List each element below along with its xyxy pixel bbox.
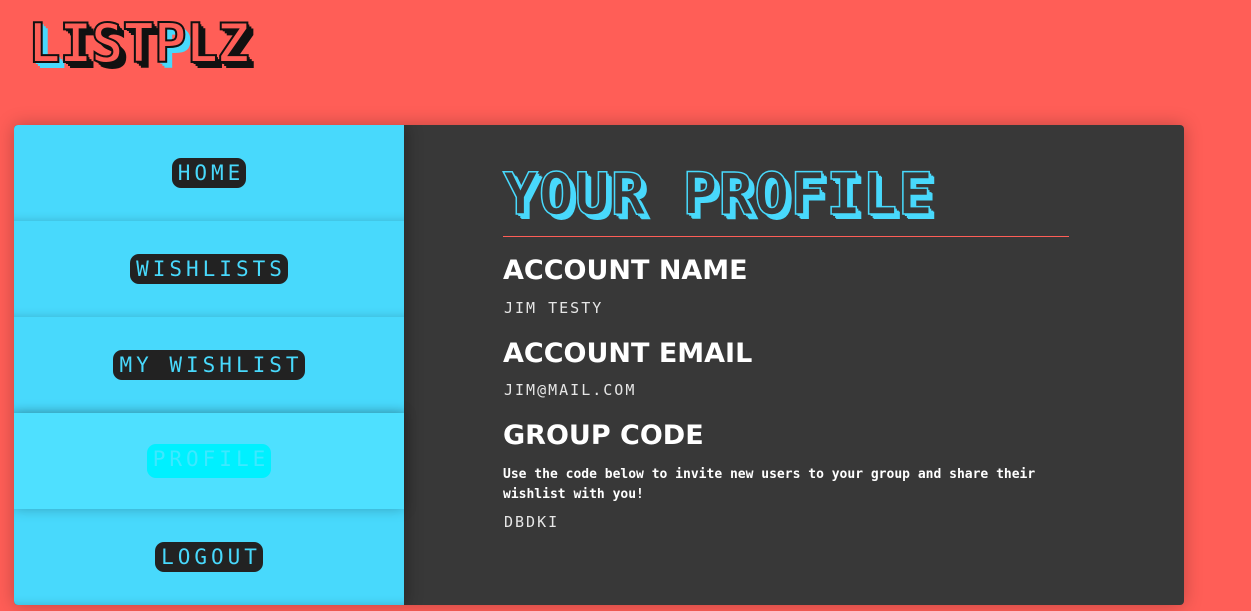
logo-letter: S (90, 12, 124, 75)
logo-letter: Z (216, 12, 250, 75)
title-divider (503, 236, 1069, 237)
nav-item-wishlists[interactable]: Wishlists (14, 221, 404, 317)
logo-letter: T (122, 12, 156, 75)
page-title: Your Profile (502, 160, 935, 228)
group-code-heading: Group Code (503, 420, 704, 451)
app-logo[interactable]: L I S T P L Z (27, 12, 251, 76)
account-email-heading: Account Email (503, 338, 753, 369)
nav-label[interactable]: Home (171, 157, 247, 189)
nav-label[interactable]: Logout (155, 541, 263, 573)
nav-label[interactable]: Wishlists (130, 253, 288, 285)
nav-item-home[interactable]: Home (14, 125, 404, 221)
nav-item-my-wishlist[interactable]: My Wishlist (14, 317, 404, 413)
nav-item-logout[interactable]: Logout (14, 509, 404, 605)
nav-label[interactable]: My Wishlist (113, 349, 305, 381)
nav-item-profile[interactable]: Profile (14, 413, 404, 509)
sidebar-nav: Home Wishlists My Wishlist Profile Logou… (14, 125, 404, 605)
account-email-value: jim@mail.com (504, 381, 637, 399)
logo-letter: L (27, 12, 61, 75)
account-name-value: Jim Testy (504, 299, 604, 317)
main-card: Home Wishlists My Wishlist Profile Logou… (14, 125, 1184, 605)
profile-panel: Your Profile Account Name Jim Testy Acco… (404, 125, 1184, 605)
nav-label[interactable]: Profile (146, 443, 272, 479)
group-code-value: dbdki (504, 513, 560, 531)
logo-letter: L (185, 12, 219, 75)
logo-letter: P (153, 12, 187, 75)
group-code-description: Use the code below to invite new users t… (503, 467, 1036, 502)
account-name-heading: Account Name (503, 255, 748, 286)
logo-letter: I (59, 12, 93, 75)
